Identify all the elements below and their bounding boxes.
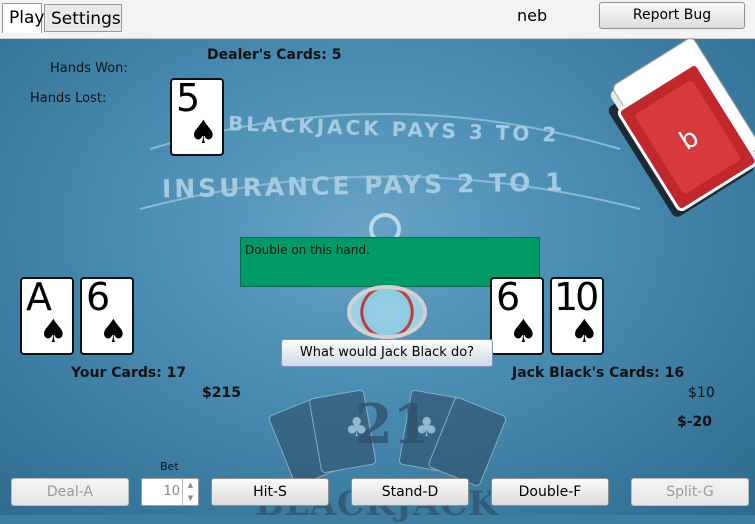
spade-icon: ♠ (570, 312, 599, 350)
player-card: A ♠ (20, 277, 74, 355)
card-rank: 6 (496, 275, 521, 319)
hands-won-label: Hands Won: (50, 61, 128, 76)
opponent-net: $-20 (677, 414, 713, 430)
username: neb (517, 6, 548, 25)
double-button[interactable]: Double-F (491, 478, 609, 506)
chevron-up-icon[interactable]: ▲ (183, 479, 198, 492)
card-rank: 6 (86, 275, 111, 319)
opponent-card: 6 ♠ (490, 277, 544, 355)
bet-label: Bet (160, 460, 179, 473)
blackjack-table: BLACKJACK PAYS 3 TO 2 INSURANCE PAYS 2 T… (0, 38, 755, 524)
bet-value: 10 (163, 484, 180, 499)
tab-play[interactable]: Play (2, 3, 44, 33)
opponent-cards-label: Jack Black's Cards: 16 (512, 365, 685, 381)
player-cards-label: Your Cards: 17 (71, 365, 187, 381)
logo-number: 21 (355, 392, 431, 456)
report-bug-button[interactable]: Report Bug (599, 2, 745, 29)
opponent-card: 10 ♠ (550, 277, 604, 355)
spade-icon: ♠ (509, 312, 538, 350)
dealer-cards-label: Dealer's Cards: 5 (207, 47, 342, 63)
opponent-bet: $10 (688, 385, 715, 401)
card-rank: 5 (176, 76, 201, 120)
tab-settings[interactable]: Settings (44, 4, 122, 32)
deal-button[interactable]: Deal-A (11, 478, 129, 506)
card-rank: 10 (554, 275, 599, 319)
player-money: $215 (202, 385, 241, 401)
bet-circle (347, 285, 427, 339)
spade-icon: ♠ (189, 113, 218, 151)
hit-button[interactable]: Hit-S (211, 478, 329, 506)
spade-icon: ♠ (39, 312, 68, 350)
hands-lost-label: Hands Lost: (30, 91, 107, 106)
spade-icon: ♠ (99, 312, 128, 350)
card-rank: A (26, 275, 52, 319)
stand-button[interactable]: Stand-D (351, 478, 469, 506)
stepper-arrows[interactable]: ▲ ▼ (182, 479, 198, 505)
dealer-card: 5 ♠ (170, 78, 224, 156)
player-card: 6 ♠ (80, 277, 134, 355)
ask-jack-black-button[interactable]: What would Jack Black do? (281, 339, 493, 367)
card-deck-icon: b (598, 34, 755, 224)
chevron-down-icon[interactable]: ▼ (183, 492, 198, 505)
bet-stepper[interactable]: 10 ▲ ▼ (141, 478, 199, 506)
split-button[interactable]: Split-G (631, 478, 749, 506)
